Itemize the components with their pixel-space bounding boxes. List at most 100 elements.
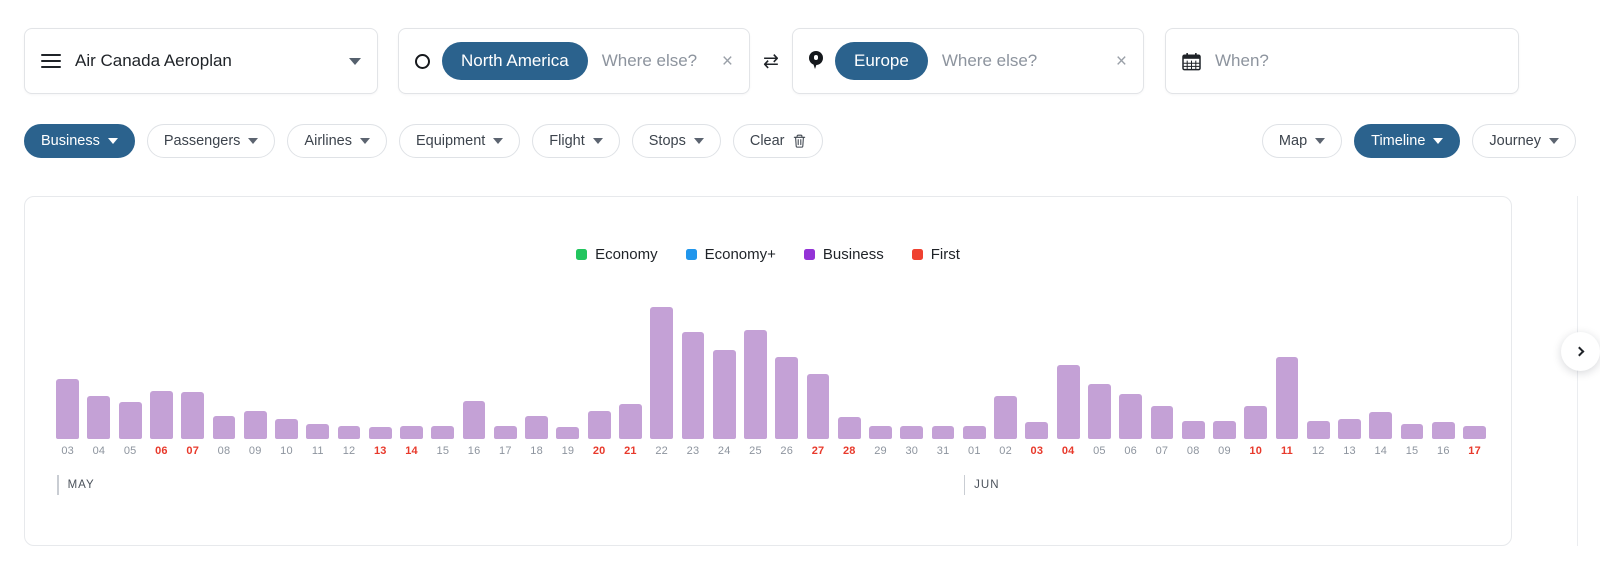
bar-column[interactable] (1240, 307, 1271, 439)
bar-column[interactable] (271, 307, 302, 439)
bar-21[interactable] (619, 403, 642, 439)
destination-input[interactable]: Where else? (942, 51, 1037, 71)
bar-02[interactable] (994, 395, 1017, 439)
bar-column[interactable] (1084, 307, 1115, 439)
bar-column[interactable] (1053, 307, 1084, 439)
bar-column[interactable] (458, 307, 489, 439)
airline-program-select[interactable]: Air Canada Aeroplan (24, 28, 378, 94)
bar-column[interactable] (1303, 307, 1334, 439)
bar-27[interactable] (806, 373, 830, 439)
legend-item-first[interactable]: First (911, 246, 960, 263)
bar-06[interactable] (150, 390, 173, 439)
origin-region-pill[interactable]: North America (442, 42, 588, 80)
bar-column[interactable] (771, 307, 802, 439)
origin-clear-icon[interactable]: × (712, 52, 733, 71)
bar-14[interactable] (400, 425, 423, 439)
when-date-field[interactable]: When? (1165, 28, 1519, 94)
filter-chip-flight[interactable]: Flight (532, 124, 620, 158)
filter-chip-stops[interactable]: Stops (631, 124, 721, 158)
origin-field[interactable]: North America Where else? × (398, 28, 750, 94)
bar-column[interactable] (427, 307, 458, 439)
swap-origin-destination-button[interactable]: ⇄ (750, 28, 792, 94)
bar-05[interactable] (118, 402, 142, 439)
bar-column[interactable] (834, 307, 865, 439)
bar-column[interactable] (615, 307, 646, 439)
bar-26[interactable] (775, 357, 799, 439)
bar-column[interactable] (1146, 307, 1177, 439)
bar-column[interactable] (896, 307, 927, 439)
bar-column[interactable] (646, 307, 677, 439)
bar-column[interactable] (146, 307, 177, 439)
bar-04[interactable] (1056, 365, 1080, 439)
bar-01[interactable] (962, 425, 986, 439)
bar-column[interactable] (1115, 307, 1146, 439)
bar-column[interactable] (802, 307, 833, 439)
when-input[interactable]: When? (1215, 51, 1269, 71)
bar-column[interactable] (1334, 307, 1365, 439)
destination-field[interactable]: Europe Where else? × (792, 28, 1144, 94)
bar-column[interactable] (1459, 307, 1490, 439)
bar-column[interactable] (1021, 307, 1052, 439)
bar-15[interactable] (431, 425, 455, 439)
bar-31[interactable] (931, 425, 955, 439)
bar-05[interactable] (1087, 383, 1111, 439)
bar-16[interactable] (462, 400, 486, 439)
bar-column[interactable] (115, 307, 146, 439)
bar-08[interactable] (1181, 420, 1205, 439)
bar-column[interactable] (52, 307, 83, 439)
bar-07[interactable] (1150, 405, 1174, 439)
bar-column[interactable] (1365, 307, 1396, 439)
bar-22[interactable] (650, 307, 674, 439)
view-chip-map[interactable]: Map (1261, 124, 1343, 158)
bar-13[interactable] (368, 427, 392, 439)
origin-input[interactable]: Where else? (602, 51, 697, 71)
filter-chip-clear[interactable]: Clear (732, 124, 823, 158)
bar-column[interactable] (83, 307, 114, 439)
bar-09[interactable] (1213, 420, 1236, 439)
bar-column[interactable] (333, 307, 364, 439)
destination-clear-icon[interactable]: × (1106, 52, 1127, 71)
bar-column[interactable] (521, 307, 552, 439)
bar-24[interactable] (712, 350, 736, 439)
bar-column[interactable] (1396, 307, 1427, 439)
bar-column[interactable] (709, 307, 740, 439)
bar-column[interactable] (208, 307, 239, 439)
bar-column[interactable] (1209, 307, 1240, 439)
bar-column[interactable] (396, 307, 427, 439)
bar-column[interactable] (490, 307, 521, 439)
bar-03[interactable] (1025, 422, 1049, 439)
filter-chip-airlines[interactable]: Airlines (287, 124, 387, 158)
bar-25[interactable] (744, 330, 767, 439)
bar-column[interactable] (552, 307, 583, 439)
bar-10[interactable] (275, 418, 298, 439)
bar-20[interactable] (587, 410, 611, 439)
bar-09[interactable] (243, 410, 267, 439)
bar-column[interactable] (240, 307, 271, 439)
bar-column[interactable] (1178, 307, 1209, 439)
bar-23[interactable] (681, 332, 705, 439)
bar-04[interactable] (87, 395, 111, 439)
bar-column[interactable] (927, 307, 958, 439)
legend-item-economy-[interactable]: Economy+ (685, 246, 776, 263)
bar-17[interactable] (1463, 425, 1486, 439)
bar-07[interactable] (181, 392, 205, 439)
filter-chip-equipment[interactable]: Equipment (398, 124, 521, 158)
bar-16[interactable] (1431, 422, 1455, 439)
bar-17[interactable] (493, 425, 517, 439)
bar-18[interactable] (525, 415, 549, 439)
bar-column[interactable] (584, 307, 615, 439)
bar-11[interactable] (1275, 357, 1299, 439)
bar-19[interactable] (556, 427, 580, 439)
bar-column[interactable] (1271, 307, 1302, 439)
bar-06[interactable] (1119, 393, 1143, 439)
view-chip-timeline[interactable]: Timeline (1354, 124, 1461, 158)
bar-03[interactable] (56, 378, 80, 439)
bar-29[interactable] (869, 425, 892, 439)
bar-28[interactable] (837, 417, 861, 439)
bar-30[interactable] (900, 425, 924, 439)
view-chip-journey[interactable]: Journey (1472, 124, 1576, 158)
bar-column[interactable] (1428, 307, 1459, 439)
bar-15[interactable] (1400, 423, 1424, 439)
bar-column[interactable] (365, 307, 396, 439)
bar-column[interactable] (740, 307, 771, 439)
